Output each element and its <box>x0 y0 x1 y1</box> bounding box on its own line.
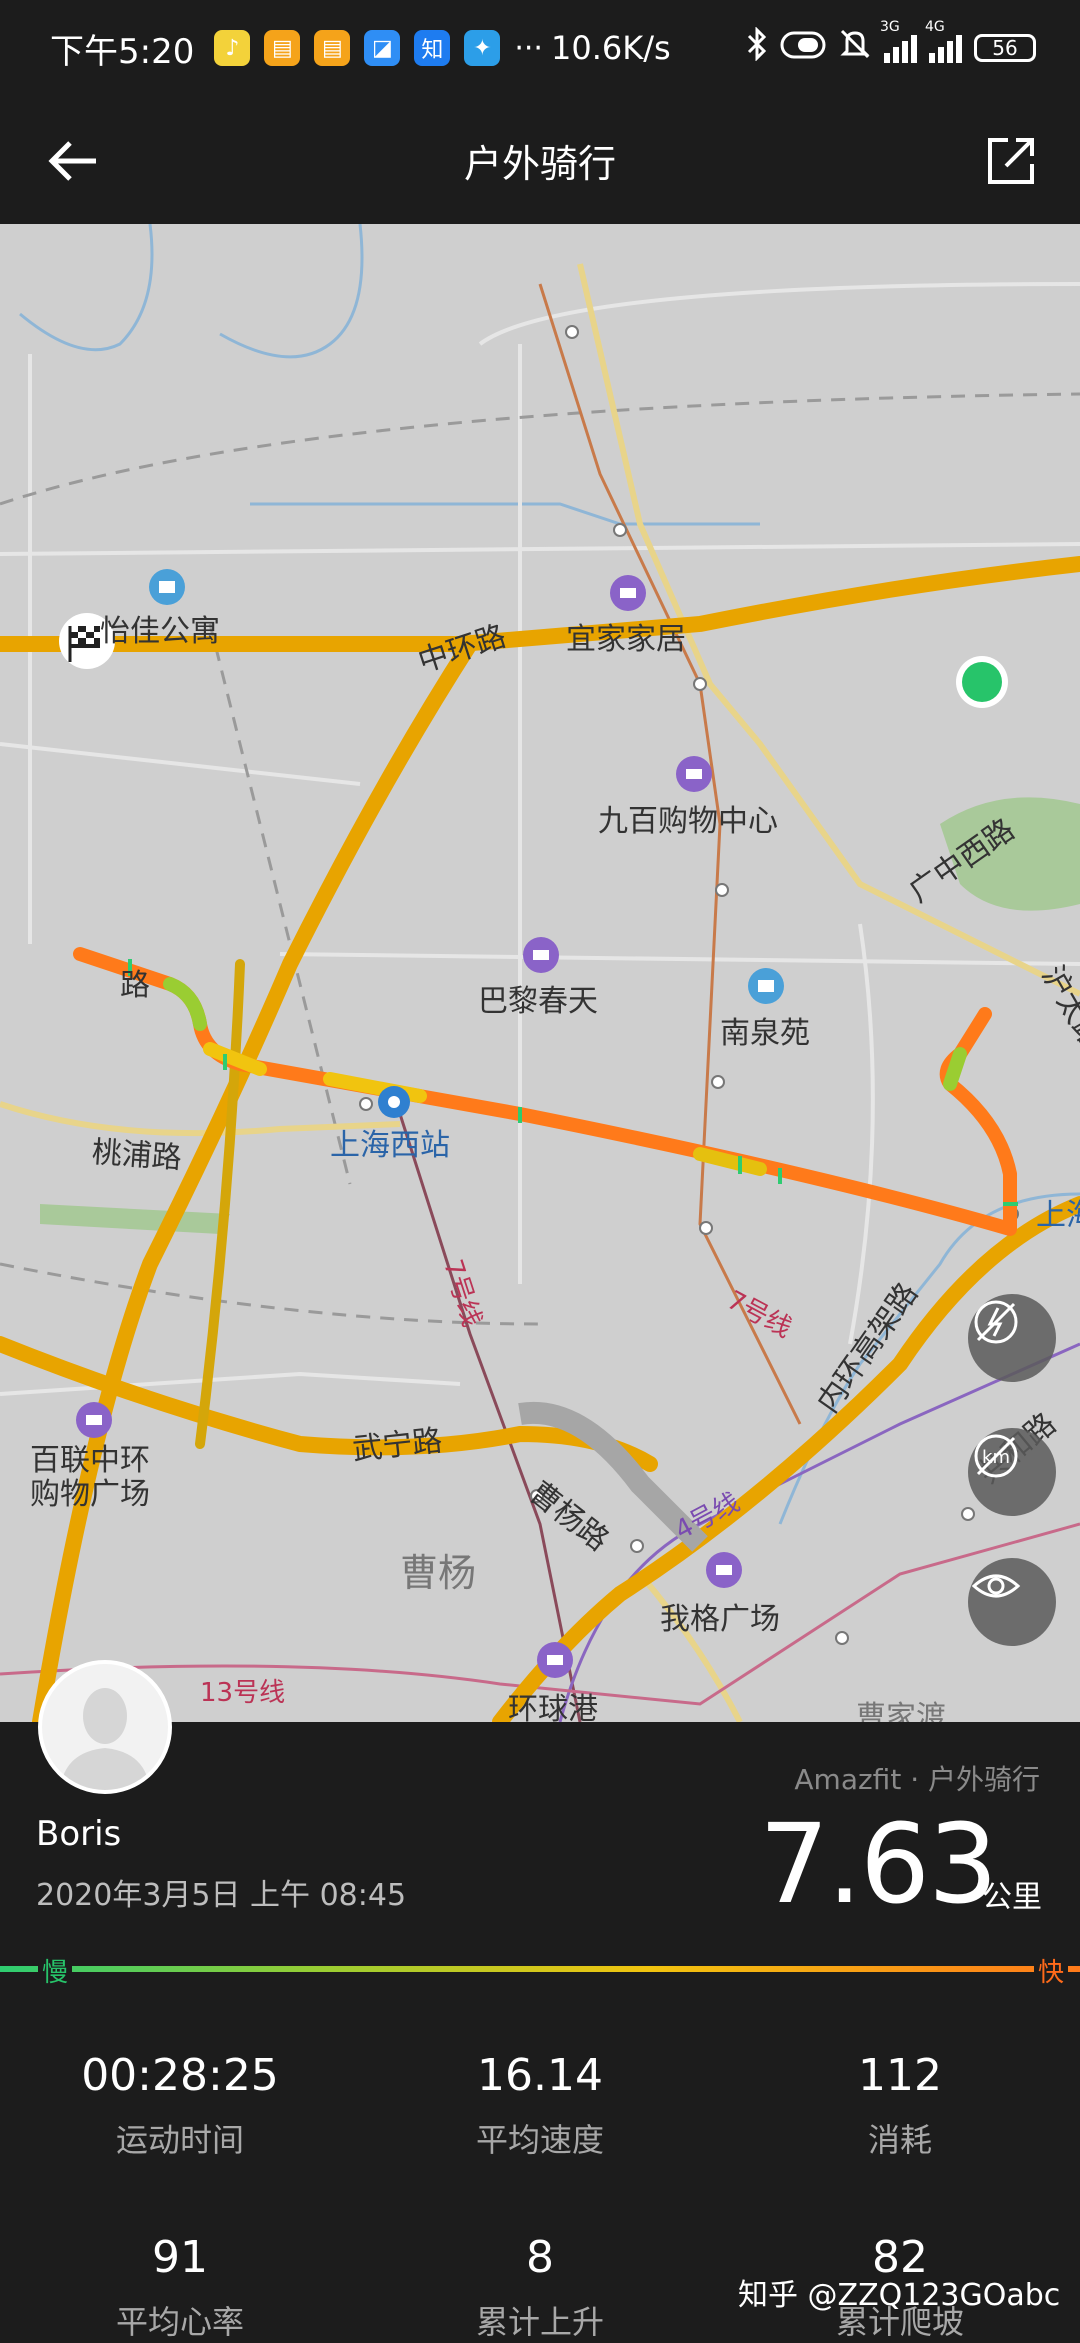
map-label-caojiadu: 曹家渡 <box>856 1700 946 1722</box>
signal-4g-icon: 4G <box>925 19 962 63</box>
toggle-icon <box>780 28 826 68</box>
notes-icon: ▤ <box>314 30 351 66</box>
km-off-icon: km <box>974 1434 1018 1478</box>
speed-off-icon <box>974 1300 1018 1344</box>
stat-duration: 00:28:25 运动时间 <box>30 2050 330 2161</box>
silent-bell-icon <box>838 27 872 70</box>
map-label-taopu-road: 桃浦路 <box>90 1134 183 1177</box>
speed-gradient-bar <box>0 1966 1080 1972</box>
map-label-nanquan: 南泉苑 <box>720 1016 810 1051</box>
status-bar: 下午5:20 ♪ ▤ ▤ ◪ 知 ✦ ··· 10.6K/s 3G 4G 56 <box>0 0 1080 96</box>
hide-km-markers-button[interactable]: km <box>968 1428 1056 1516</box>
map-label-line13: 13号线 <box>200 1678 286 1708</box>
stat-label: 平均心率 <box>115 2303 244 2341</box>
music-icon: ♪ <box>214 30 251 66</box>
page-title: 户外骑行 <box>463 141 616 186</box>
user-silhouette-icon <box>42 1664 168 1790</box>
activity-datetime: 2020年3月5日 上午 08:45 <box>36 1878 407 1913</box>
fast-label: 快 <box>1033 1952 1068 1989</box>
signal-3g-icon: 3G <box>880 19 917 63</box>
zhihu-icon: 知 <box>414 30 451 66</box>
arrow-left-icon <box>48 141 96 181</box>
share-icon <box>988 138 1034 184</box>
browser-icon: ◪ <box>364 30 401 66</box>
stat-label: 消耗 <box>867 2121 932 2159</box>
map-label-shanghai-partial: 上海 <box>1036 1198 1080 1233</box>
stat-label: 运动时间 <box>115 2121 244 2159</box>
stat-value: 8 <box>526 2232 554 2283</box>
map-label-road-partial: 路 <box>120 968 150 1003</box>
app-header: 户外骑行 <box>0 96 1080 224</box>
map-label-yijia-apartment: 怡佳公寓 <box>100 614 220 649</box>
files-icon: ▤ <box>264 30 301 66</box>
net-speed: 10.6K/s <box>550 29 671 67</box>
battery-icon: 56 <box>974 34 1036 62</box>
user-name: Boris <box>36 1814 122 1854</box>
map-label-wuge-square: 我格广场 <box>660 1602 780 1637</box>
map-label-shanghai-west-station: 上海西站 <box>330 1128 450 1163</box>
eye-icon <box>971 1574 1021 1598</box>
back-button[interactable] <box>40 126 110 196</box>
watermark: 知乎 @ZZQ123GOabc <box>738 2278 1061 2313</box>
map-label-bailian: 百联中环 购物广场 <box>30 1443 150 1512</box>
slow-label: 慢 <box>38 1952 73 1989</box>
map-label-jiubai: 九百购物中心 <box>598 804 778 839</box>
map-label-bali-spring: 巴黎春天 <box>478 984 598 1019</box>
route-map[interactable]: 怡佳公寓 中环路 宜家家居 九百购物中心 广中西路 巴黎春天 南泉苑 沪太路 路… <box>0 224 1080 1722</box>
view-toggle-button[interactable] <box>968 1558 1056 1646</box>
stat-value: 16.14 <box>477 2050 603 2101</box>
bluetooth-icon <box>746 26 768 69</box>
stat-label: 平均速度 <box>475 2121 604 2159</box>
more-notifications-icon: ··· <box>514 30 543 66</box>
activity-source: Amazfit · 户外骑行 <box>794 1763 1040 1796</box>
avatar[interactable] <box>38 1660 172 1794</box>
map-label-ikea: 宜家家居 <box>566 622 686 657</box>
status-time: 下午5:20 <box>50 31 195 72</box>
map-label-wuning-road: 武宁路 <box>350 1423 444 1468</box>
stat-value: 112 <box>858 2050 942 2101</box>
hide-speed-button[interactable] <box>968 1294 1056 1382</box>
map-label-caoyang-district: 曹杨 <box>400 1551 477 1595</box>
map-label-huanqiugang: 环球港 <box>508 1692 598 1722</box>
distance-unit: 公里 <box>982 1880 1042 1915</box>
stat-value: 91 <box>152 2232 208 2283</box>
bird-icon: ✦ <box>464 30 501 66</box>
stat-label: 累计上升 <box>475 2303 604 2341</box>
share-button[interactable] <box>976 126 1046 196</box>
stat-calories: 112 消耗 <box>750 2050 1050 2161</box>
stat-avg-heart-rate: 91 平均心率 <box>30 2232 330 2343</box>
stat-total-ascent: 8 累计上升 <box>390 2232 690 2343</box>
notification-icons: ♪ ▤ ▤ ◪ 知 ✦ <box>214 30 501 66</box>
distance-value: 7.63 <box>759 1800 998 1928</box>
stat-value: 00:28:25 <box>81 2050 279 2101</box>
stat-avg-speed: 16.14 平均速度 <box>390 2050 690 2161</box>
